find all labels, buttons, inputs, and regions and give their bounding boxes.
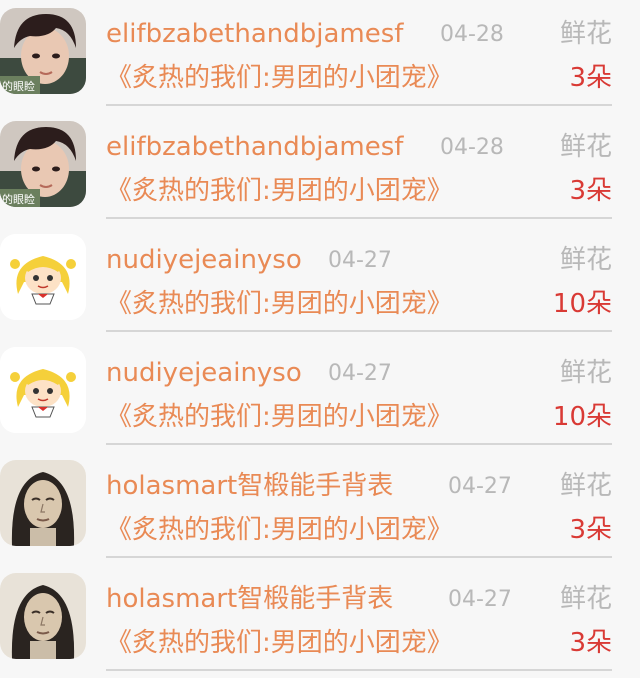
avatar[interactable]: 的眼睑 [0,121,86,207]
divider [106,443,612,445]
avatar-caption: 的眼睑 [2,79,35,93]
username[interactable]: elifbzabethandbjamesf [106,16,403,52]
record-date: 04-28 [440,135,504,160]
book-title[interactable]: 《炙热的我们:男团的小团宠》 [106,399,453,435]
gift-type: 鲜花 [559,19,612,49]
book-title[interactable]: 《炙热的我们:男团的小团宠》 [106,512,453,548]
list-item[interactable]: holasmart智椴能手背表 04-27 鲜花 《炙热的我们:男团的小团宠》 … [0,452,640,565]
username[interactable]: elifbzabethandbjamesf [106,129,403,165]
book-title[interactable]: 《炙热的我们:男团的小团宠》 [106,60,453,96]
gift-type: 鲜花 [559,584,612,614]
gift-count: 10朵 [552,289,612,319]
gift-count: 3朵 [569,176,612,206]
gift-count: 3朵 [569,628,612,658]
username[interactable]: nudiyejeainyso [106,242,302,278]
record-date: 04-27 [328,248,392,273]
divider [106,217,612,219]
gift-type: 鲜花 [559,471,612,501]
book-title[interactable]: 《炙热的我们:男团的小团宠》 [106,173,453,209]
record-date: 04-27 [448,587,512,612]
list-item[interactable]: holasmart智椴能手背表 04-27 鲜花 《炙热的我们:男团的小团宠》 … [0,565,640,678]
gift-count: 10朵 [552,402,612,432]
book-title[interactable]: 《炙热的我们:男团的小团宠》 [106,286,453,322]
avatar-caption: 的眼睑 [2,192,35,206]
book-title[interactable]: 《炙热的我们:男团的小团宠》 [106,625,453,661]
record-date: 04-27 [328,361,392,386]
list-item[interactable]: nudiyejeainyso 04-27 鲜花 《炙热的我们:男团的小团宠》 1… [0,226,640,339]
record-date: 04-28 [440,22,504,47]
username[interactable]: holasmart智椴能手背表 [106,468,393,504]
avatar[interactable] [0,460,86,546]
username[interactable]: nudiyejeainyso [106,355,302,391]
avatar[interactable] [0,573,86,659]
list-item[interactable]: 的眼睑 elifbzabethandbjamesf 04-28 鲜花 《炙热的我… [0,113,640,226]
record-date: 04-27 [448,474,512,499]
avatar[interactable]: 的眼睑 [0,8,86,94]
gift-type: 鲜花 [559,358,612,388]
divider [106,104,612,106]
gift-count: 3朵 [569,63,612,93]
divider [106,669,612,671]
divider [106,556,612,558]
avatar[interactable] [0,234,86,320]
avatar[interactable] [0,347,86,433]
gift-type: 鲜花 [559,132,612,162]
gift-count: 3朵 [569,515,612,545]
gift-record-list: 的眼睑 elifbzabethandbjamesf 04-28 鲜花 《炙热的我… [0,0,640,672]
gift-type: 鲜花 [559,245,612,275]
username[interactable]: holasmart智椴能手背表 [106,581,393,617]
list-item[interactable]: 的眼睑 elifbzabethandbjamesf 04-28 鲜花 《炙热的我… [0,0,640,113]
list-item[interactable]: nudiyejeainyso 04-27 鲜花 《炙热的我们:男团的小团宠》 1… [0,339,640,452]
divider [106,330,612,332]
